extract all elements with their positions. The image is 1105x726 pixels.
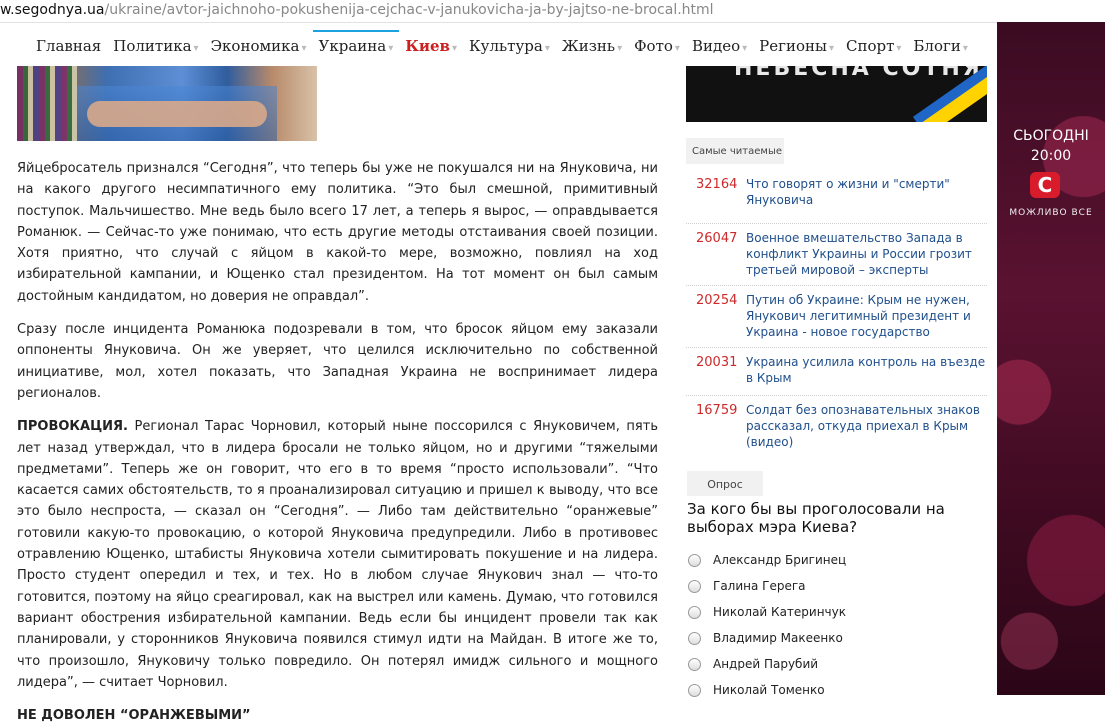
- nav-item-politics[interactable]: Политика ▾: [107, 30, 204, 58]
- article-paragraph: Сразу после инцидента Романюка подозрева…: [17, 322, 658, 401]
- main-nav: Главная Политика ▾ Экономика ▾ Украина ▾ Ки…: [30, 30, 990, 66]
- most-read-tab[interactable]: Самые читаемые: [686, 138, 784, 164]
- chevron-down-icon: ▾: [742, 43, 748, 54]
- poll-option[interactable]: Галина Герега: [688, 573, 988, 599]
- article-paragraph: ПРОВОКАЦИЯ. Регионал Тарас Чорновил, кот…: [17, 416, 658, 693]
- chevron-down-icon: ▾: [451, 43, 458, 54]
- radio-button[interactable]: [688, 579, 701, 593]
- banner-text: НЕБЕСНА СОТНЯ: [734, 66, 983, 81]
- view-count: 20254: [696, 293, 738, 308]
- ad-text-today: СЬОГОДНІ: [1013, 128, 1089, 144]
- nav-label: Блоги: [913, 37, 961, 55]
- most-read-list: 32164 Что говорят о жизни и "смерти" Яну…: [686, 170, 987, 456]
- poll-option-label: Галина Герега: [713, 579, 806, 593]
- url-path: /ukraine/avtor-jaichnoho-pokushenija-cej…: [104, 2, 714, 18]
- chevron-down-icon: ▾: [388, 43, 394, 54]
- nav-label: Видео: [691, 37, 741, 55]
- paragraph-text: Регионал Тарас Чорновил, который ныне по…: [17, 419, 658, 690]
- nav-item-video[interactable]: Видео ▾: [686, 30, 753, 58]
- article-link[interactable]: Украина усилила контроль на въезде в Кры…: [746, 354, 987, 386]
- article-photo: [17, 66, 317, 141]
- paragraph-lead: ПРОВОКАЦИЯ.: [17, 419, 128, 435]
- chevron-down-icon: ▾: [193, 43, 199, 54]
- list-item[interactable]: 32164 Что говорят о жизни и "смерти" Яну…: [686, 170, 987, 224]
- radio-button[interactable]: [688, 631, 701, 645]
- chevron-down-icon: ▾: [544, 43, 550, 54]
- poll-option[interactable]: Николай Томенко: [688, 677, 988, 703]
- nav-label: Политика: [113, 37, 192, 55]
- url-host: w.segodnya.ua: [0, 2, 105, 18]
- article-subheading: НЕ ДОВОЛЕН “ОРАНЖЕВЫМИ”: [17, 708, 251, 724]
- nav-label: Спорт: [845, 37, 895, 55]
- nav-label: Регионы: [759, 37, 827, 55]
- nav-label: Киев: [405, 37, 450, 55]
- nav-item-regions[interactable]: Регионы ▾: [753, 30, 840, 58]
- view-count: 32164: [696, 177, 738, 192]
- list-item[interactable]: 20031 Украина усилила контроль на въезде…: [686, 348, 987, 396]
- poll-tab[interactable]: Опрос: [687, 471, 763, 496]
- nav-item-economy[interactable]: Экономика ▾: [205, 30, 313, 58]
- poll-option[interactable]: Николай Катеринчук: [688, 599, 988, 625]
- poll-option[interactable]: Александр Бригинец: [688, 547, 988, 573]
- nav-label: Экономика: [210, 37, 300, 55]
- photo-arms: [87, 101, 267, 127]
- poll-option[interactable]: Андрей Парубий: [688, 651, 988, 677]
- list-item[interactable]: 20254 Путин об Украине: Крым не нужен, Я…: [686, 286, 987, 348]
- article-body: Яйцебросатель признался “Сегодня”, что т…: [17, 158, 658, 726]
- ad-slogan: МОЖЛИВО ВСЕ: [1009, 208, 1093, 218]
- nav-item-home[interactable]: Главная: [30, 30, 107, 58]
- side-advertisement[interactable]: СЬОГОДНІ 20:00 С МОЖЛИВО ВСЕ: [997, 22, 1105, 695]
- poll-option-label: Александр Бригинец: [713, 553, 847, 567]
- poll-option[interactable]: Владимир Макеенко: [688, 625, 988, 651]
- nav-item-life[interactable]: Жизнь ▾: [556, 30, 628, 58]
- nav-label: Культура: [469, 37, 543, 55]
- photo-bookshelf: [17, 66, 77, 141]
- article-link[interactable]: Путин об Украине: Крым не нужен, Янукови…: [746, 292, 987, 340]
- radio-button[interactable]: [688, 553, 701, 567]
- list-item[interactable]: 26047 Военное вмешательство Запада в кон…: [686, 224, 987, 286]
- article-paragraph: Яйцебросатель признался “Сегодня”, что т…: [17, 161, 658, 304]
- poll-option-label: Николай Катеринчук: [713, 605, 846, 619]
- chevron-down-icon: ▾: [962, 43, 968, 54]
- nav-item-kiev[interactable]: Киев ▾: [399, 30, 463, 58]
- nav-label: Фото: [634, 37, 673, 55]
- chevron-down-icon: ▾: [896, 43, 902, 54]
- nav-item-photo[interactable]: Фото ▾: [628, 30, 686, 58]
- nav-item-blogs[interactable]: Блоги ▾: [907, 30, 973, 58]
- view-count: 16759: [696, 403, 738, 418]
- ad-text-time: 20:00: [1030, 148, 1072, 164]
- article-link[interactable]: Что говорят о жизни и "смерти" Януковича: [746, 176, 987, 208]
- chevron-down-icon: ▾: [617, 43, 623, 54]
- radio-button[interactable]: [688, 605, 701, 619]
- address-bar[interactable]: w.segodnya.ua/ukraine/avtor-jaichnoho-po…: [0, 0, 1105, 23]
- view-count: 20031: [696, 355, 738, 370]
- nav-label: Украина: [318, 37, 387, 55]
- list-item[interactable]: 16759 Солдат без опознавательных знаков …: [686, 396, 987, 456]
- nav-item-ukraine[interactable]: Украина ▾: [312, 30, 400, 58]
- nav-label: Жизнь: [561, 37, 616, 55]
- chevron-down-icon: ▾: [828, 43, 834, 54]
- nav-item-culture[interactable]: Культура ▾: [463, 30, 556, 58]
- article-link[interactable]: Военное вмешательство Запада в конфликт …: [746, 230, 987, 278]
- poll-option-label: Владимир Макеенко: [713, 631, 843, 645]
- article-link[interactable]: Солдат без опознавательных знаков расска…: [746, 402, 987, 450]
- poll-option-label: Андрей Парубий: [713, 657, 819, 671]
- nav-item-sport[interactable]: Спорт ▾: [840, 30, 907, 58]
- channel-logo-icon: С: [1030, 172, 1060, 198]
- poll-question: За кого бы вы проголосовали на выборах м…: [687, 500, 945, 536]
- chevron-down-icon: ▾: [674, 43, 680, 54]
- heavenly-hundred-banner[interactable]: НЕБЕСНА СОТНЯ: [686, 66, 987, 122]
- nav-label: Главная: [36, 37, 102, 55]
- view-count: 26047: [696, 231, 738, 246]
- poll-options: Александр Бригинец Галина Герега Николай…: [688, 547, 988, 703]
- chevron-down-icon: ▾: [301, 43, 307, 54]
- radio-button[interactable]: [688, 657, 701, 671]
